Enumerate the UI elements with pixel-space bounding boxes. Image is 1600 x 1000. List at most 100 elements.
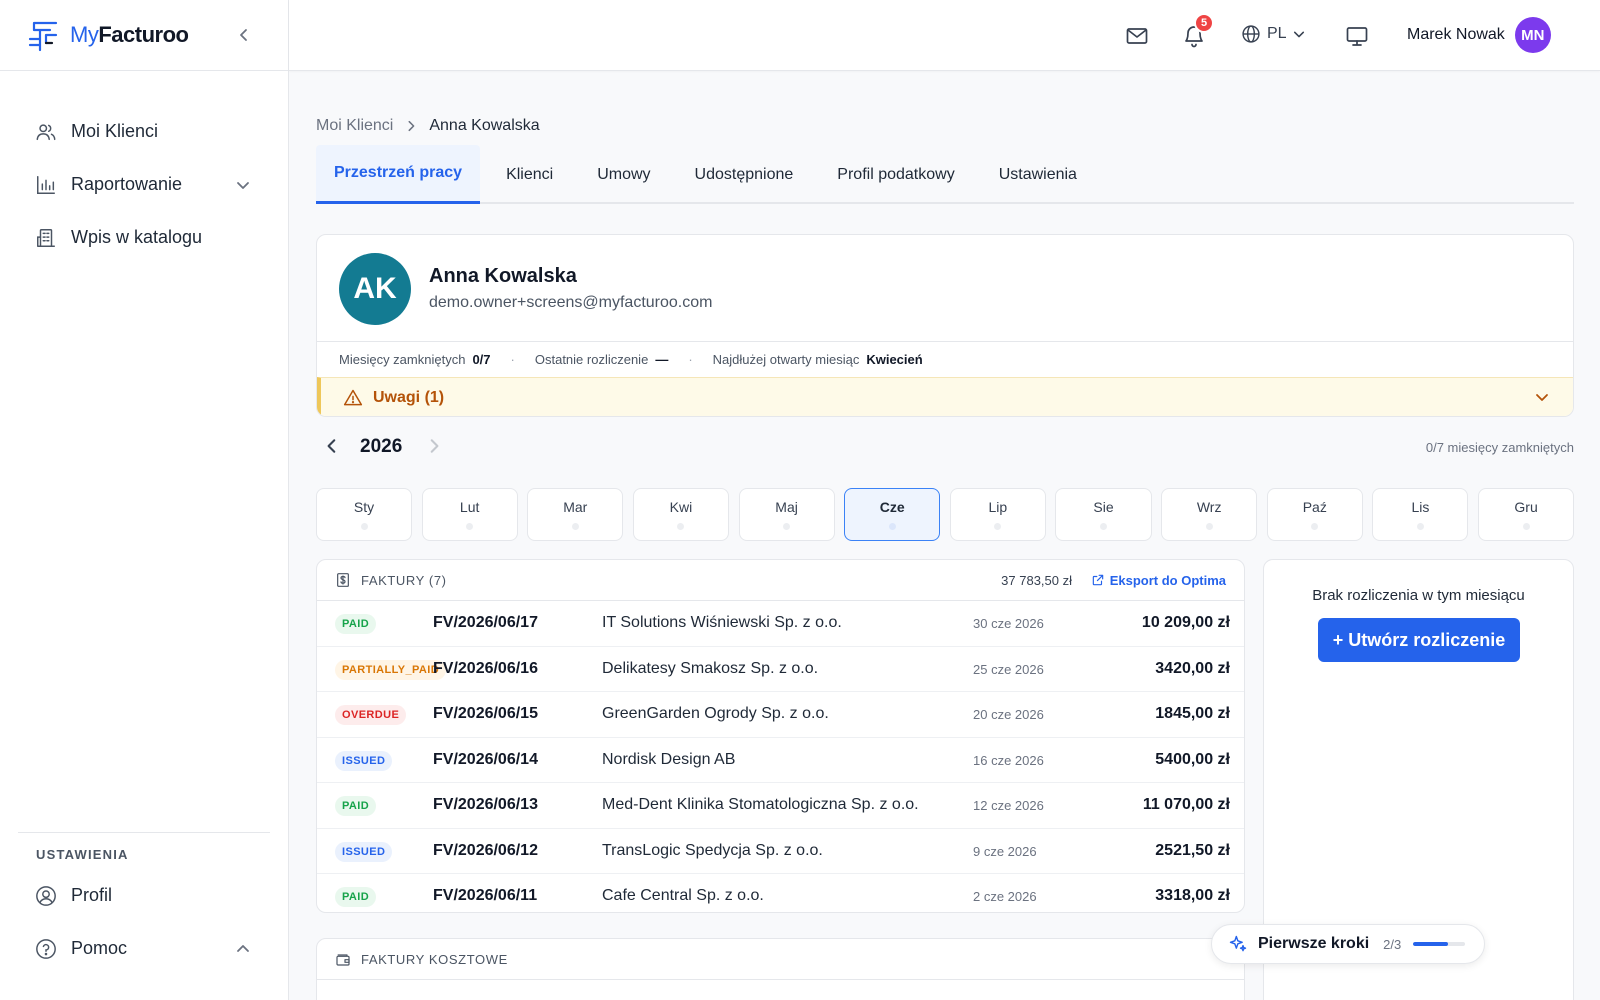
settings-section-heading: USTAWIENIA [36,847,129,862]
building-icon [35,227,57,249]
breadcrumb-parent-link[interactable]: Moi Klienci [316,117,393,135]
collapse-sidebar-button[interactable] [234,24,254,46]
month-status-dot [1522,523,1530,530]
client-profile-card: AK Anna Kowalska demo.owner+screens@myfa… [316,234,1574,417]
cost-invoices-card: FAKTURY KOSZTOWE [316,938,1245,1000]
invoice-row[interactable]: PAID FV/2026/06/11 Cafe Central Sp. z o.… [317,874,1244,912]
invoice-row[interactable]: OVERDUE FV/2026/06/15 GreenGarden Ogrody… [317,692,1244,738]
month-button[interactable]: Sie [1055,488,1152,541]
invoice-row[interactable]: PAID FV/2026/06/17 IT Solutions Wiśniews… [317,601,1244,647]
month-button[interactable]: Lis [1372,488,1469,541]
month-label: Lip [988,499,1008,515]
invoice-date: 2 cze 2026 [973,889,1037,904]
chevron-right-icon [430,439,439,453]
month-status-dot [1416,523,1424,530]
create-settlement-button[interactable]: + Utwórz rozliczenie [1318,618,1520,662]
status-badge: ISSUED [335,841,393,862]
onboarding-label: Pierwsze kroki [1258,935,1370,952]
invoices-card: FAKTURY (7) 37 783,50 zł Eksport do Opti… [316,559,1245,913]
month-status-dot [1205,523,1213,530]
tab-umowy[interactable]: Umowy [579,145,668,204]
sidebar-item-profil[interactable]: Profil [0,869,288,922]
sidebar-item-raportowanie[interactable]: Raportowanie [0,158,288,211]
month-status-dot [994,523,1002,530]
display-mode-button[interactable] [1344,23,1370,49]
stat-label: Ostatnie rozliczenie [534,352,649,367]
user-menu[interactable]: Marek Nowak MN [1407,17,1551,53]
stat-label: Najdłużej otwarty miesiąc [712,352,860,367]
month-button[interactable]: Paź [1266,488,1363,541]
users-icon [35,121,57,143]
invoice-row[interactable]: ISSUED FV/2026/06/12 TransLogic Spedycja… [317,829,1244,874]
notes-label: Uwagi (1) [373,389,445,406]
stat-value: Kwiecień [866,352,923,367]
client-avatar: AK [339,253,411,325]
month-label: Mar [563,499,588,515]
month-button[interactable]: Sty [316,488,413,541]
invoice-date: 16 cze 2026 [973,752,1044,768]
invoice-client: Cafe Central Sp. z o.o. [602,887,764,904]
external-link-icon [1092,574,1103,586]
client-name: Anna Kowalska [429,265,577,287]
onboarding-progress-fill [1413,942,1449,946]
wallet-icon [336,954,350,966]
invoice-number: FV/2026/06/14 [433,750,538,768]
invoice-number: FV/2026/06/11 [433,887,538,904]
sidebar-item-moi-klienci[interactable]: Moi Klienci [0,105,288,158]
invoice-date: 30 cze 2026 [973,616,1044,631]
sidebar-item-label: Raportowanie [71,174,183,194]
avatar: MN [1514,17,1551,53]
invoice-row[interactable]: PARTIALLY_PAID FV/2026/06/16 Delikatesy … [317,647,1244,692]
next-year-button[interactable] [426,438,442,459]
export-optima-link[interactable]: Eksport do Optima [1091,573,1226,588]
sidebar-item-wpis-w-katalogu[interactable]: Wpis w katalogu [0,211,288,264]
month-button[interactable]: Maj [738,488,835,541]
status-badge: OVERDUE [335,705,407,725]
month-button[interactable]: Wrz [1161,488,1258,541]
invoice-client: GreenGarden Ogrody Sp. z o.o. [602,705,829,722]
invoice-date: 25 cze 2026 [973,661,1044,677]
invoice-client: Delikatesy Smakosz Sp. z o.o. [602,659,819,677]
user-circle-icon [35,885,57,907]
stat-value: — [655,352,669,367]
invoices-header: FAKTURY (7) 37 783,50 zł Eksport do Opti… [317,560,1244,601]
closed-months-summary: 0/7 miesięcy zamkniętych [1425,440,1574,455]
separator-dot: · [688,352,693,367]
previous-year-button[interactable] [324,438,340,459]
invoice-row[interactable]: PAID FV/2026/06/13 Med-Dent Klinika Stom… [317,783,1244,829]
stat-value: 0/7 [472,352,491,367]
tab-ustawienia[interactable]: Ustawienia [981,145,1095,204]
month-button[interactable]: Mar [527,488,624,541]
invoice-number: FV/2026/06/13 [433,796,538,813]
notifications-button[interactable]: 5 [1181,13,1214,49]
separator-dot: · [510,352,515,367]
language-selector[interactable]: PL [1241,24,1305,44]
cost-invoices-title: FAKTURY KOSZTOWE [361,951,508,967]
sidebar-item-pomoc[interactable]: Pomoc [0,922,288,975]
tab-profil-podatkowy[interactable]: Profil podatkowy [819,145,972,204]
tab-klienci[interactable]: Klienci [488,145,571,204]
month-button[interactable]: Kwi [632,488,729,541]
onboarding-widget[interactable]: Pierwsze kroki 2/3 [1211,924,1485,964]
month-button[interactable]: Lip [949,488,1046,541]
notes-toggle[interactable]: Uwagi (1) [317,377,1573,416]
tab-udostepnione[interactable]: Udostępnione [677,145,812,204]
mail-button[interactable] [1124,23,1150,49]
invoice-row[interactable]: ISSUED FV/2026/06/14 Nordisk Design AB 1… [317,738,1244,783]
divider [18,832,270,833]
bar-chart-icon [35,174,57,196]
month-status-dot [783,523,791,530]
stat-label: Miesięcy zamkniętych [339,352,466,367]
month-button[interactable]: Lut [421,488,518,541]
month-button[interactable]: Gru [1478,488,1575,541]
month-status-dot [1100,523,1107,530]
tab-bar: Przestrzeń pracy Klienci Umowy Udostępni… [316,145,1574,204]
tab-przestrzen-pracy[interactable]: Przestrzeń pracy [316,145,481,204]
brand-name[interactable]: MyFacturoo [70,22,189,48]
month-button-selected[interactable]: Cze [844,488,941,541]
cost-invoices-header: FAKTURY KOSZTOWE [317,939,1244,980]
breadcrumb-current: Anna Kowalska [429,117,540,134]
logo-mark-icon [28,21,58,52]
invoice-number: FV/2026/06/15 [433,705,538,722]
invoices-total: 37 783,50 zł [1001,572,1072,588]
